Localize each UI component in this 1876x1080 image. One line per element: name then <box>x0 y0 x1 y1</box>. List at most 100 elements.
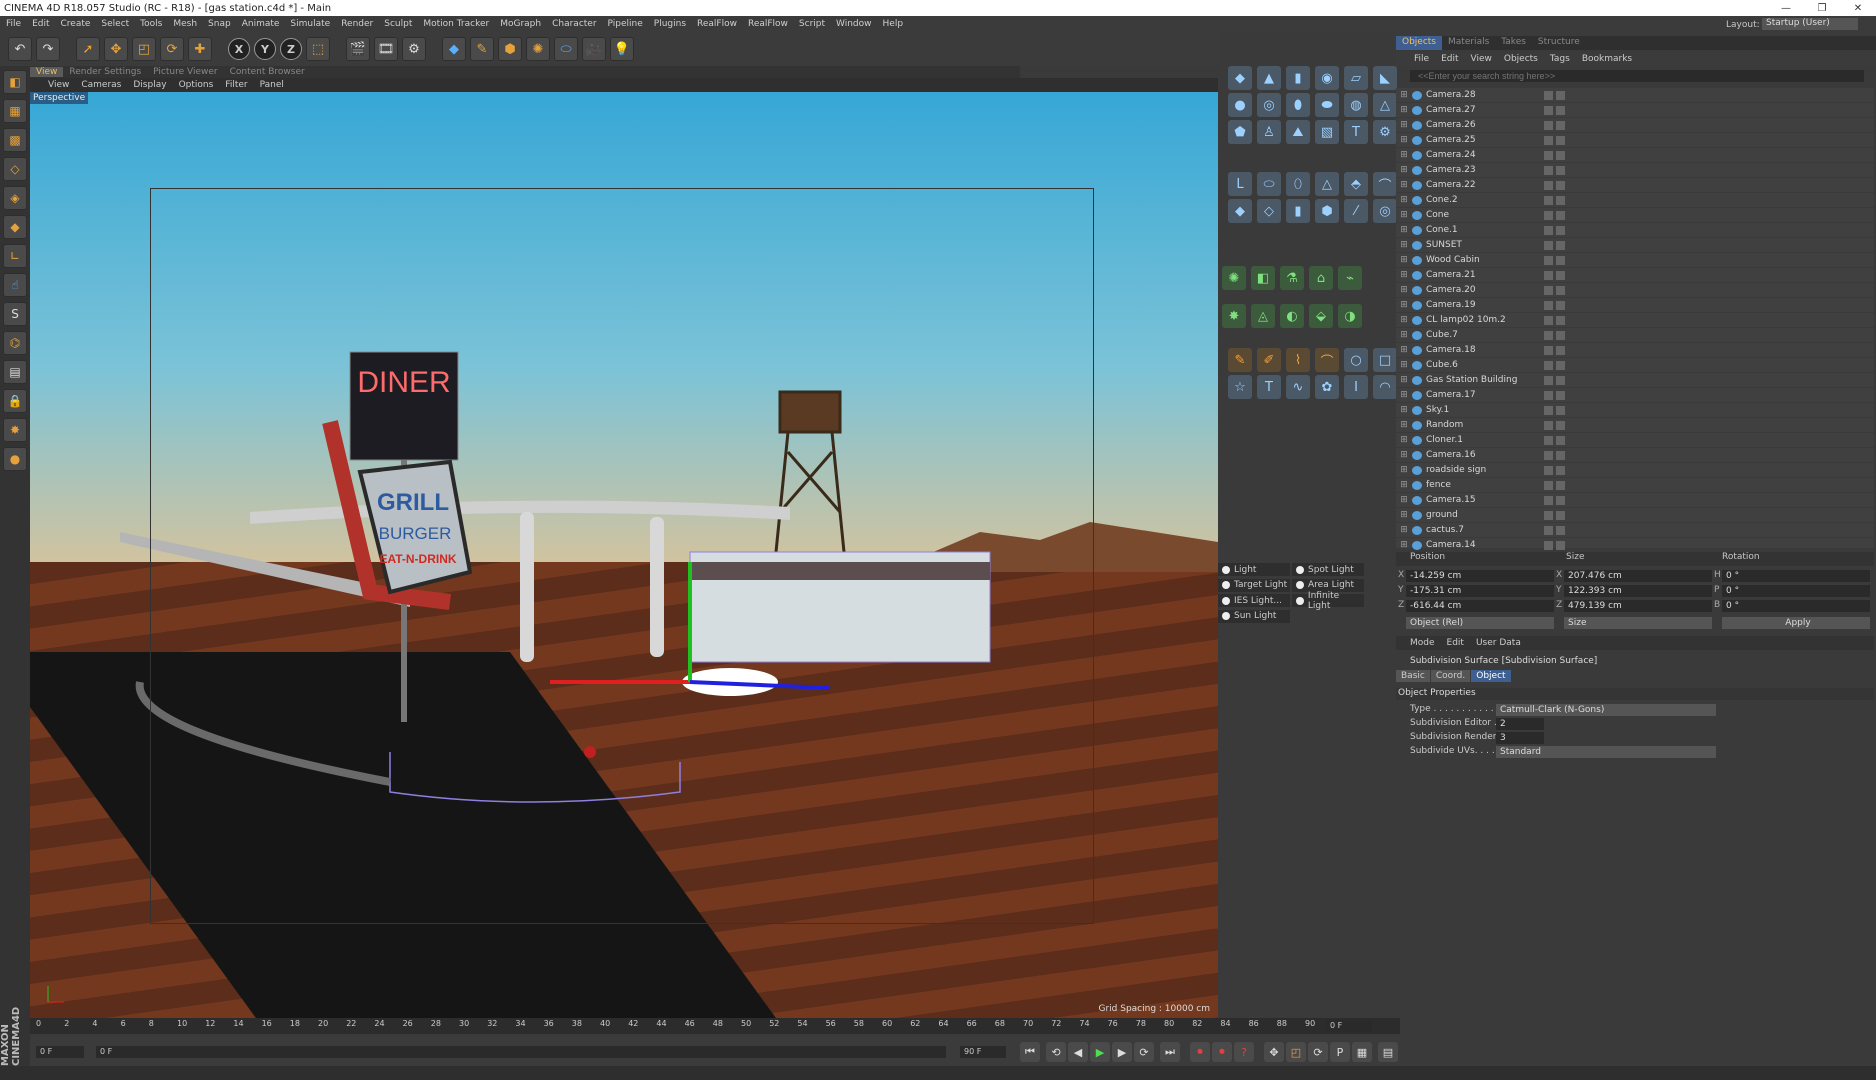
keyframe-selection-icon[interactable]: ? <box>1234 1042 1254 1062</box>
workplane-icon[interactable]: ⌬ <box>3 331 27 355</box>
menu-render[interactable]: Render <box>341 19 373 29</box>
type-select[interactable]: Catmull-Clark (N-Gons) <box>1496 704 1716 716</box>
om-menu-edit[interactable]: Edit <box>1441 54 1458 64</box>
object-row[interactable]: ⊞ Camera.15 <box>1396 493 1874 508</box>
rotation-h-field[interactable]: 0 ° <box>1722 570 1870 582</box>
subdivide-uvs-select[interactable]: Standard <box>1496 746 1716 758</box>
menu-pipeline[interactable]: Pipeline <box>608 19 643 29</box>
recent-tool-icon[interactable]: ✚ <box>188 37 212 61</box>
object-row[interactable]: ⊞ Cone <box>1396 208 1874 223</box>
visibility-toggles[interactable] <box>1544 330 1572 340</box>
object-row[interactable]: ⊞ Random <box>1396 418 1874 433</box>
visibility-toggles[interactable] <box>1544 465 1572 475</box>
visibility-toggles[interactable] <box>1544 105 1572 115</box>
object-row[interactable]: ⊞ Camera.24 <box>1396 148 1874 163</box>
torus-icon[interactable]: ◎ <box>1257 93 1281 117</box>
oil-tank-icon[interactable]: ⬬ <box>1315 93 1339 117</box>
expand-icon[interactable]: ⊞ <box>1396 480 1412 490</box>
null-icon[interactable]: L <box>1228 172 1252 196</box>
size-z-field[interactable]: 479.139 cm <box>1564 600 1712 612</box>
expand-icon[interactable]: ⊞ <box>1396 180 1412 190</box>
flower-icon[interactable]: ✿ <box>1315 375 1339 399</box>
frame-range-slider[interactable]: 0 F <box>96 1046 946 1058</box>
object-row[interactable]: ⊞ Camera.17 <box>1396 388 1874 403</box>
expand-icon[interactable]: ⊞ <box>1396 195 1412 205</box>
star-spline-icon[interactable]: ☆ <box>1228 375 1252 399</box>
tab-object[interactable]: Object <box>1471 670 1511 682</box>
visibility-toggles[interactable] <box>1544 120 1572 130</box>
points-mode-icon[interactable]: ◇ <box>3 157 27 181</box>
expand-icon[interactable]: ⊞ <box>1396 345 1412 355</box>
menu-mograph[interactable]: MoGraph <box>500 19 541 29</box>
shear-icon[interactable]: ⁄ <box>1344 199 1368 223</box>
object-row[interactable]: ⊞ Cube.7 <box>1396 328 1874 343</box>
visibility-toggles[interactable] <box>1544 390 1572 400</box>
expand-icon[interactable]: ⊞ <box>1396 450 1412 460</box>
object-row[interactable]: ⊞ Camera.18 <box>1396 343 1874 358</box>
om-menu-file[interactable]: File <box>1414 54 1429 64</box>
object-row[interactable]: ⊞ SUNSET <box>1396 238 1874 253</box>
visibility-toggles[interactable] <box>1544 165 1572 175</box>
figure-icon[interactable]: ♙ <box>1257 120 1281 144</box>
size-mode-select[interactable]: Size <box>1564 617 1712 629</box>
fracture-icon[interactable]: ✺ <box>1222 266 1246 290</box>
deformer-icon[interactable]: ⬭ <box>554 37 578 61</box>
relief-icon[interactable]: ▧ <box>1315 120 1339 144</box>
menu-tools[interactable]: Tools <box>140 19 162 29</box>
object-row[interactable]: ⊞ roadside sign <box>1396 463 1874 478</box>
menu-animate[interactable]: Animate <box>242 19 280 29</box>
attr-menu-user-data[interactable]: User Data <box>1476 638 1521 648</box>
prev-key-icon[interactable]: ⟲ <box>1046 1042 1066 1062</box>
text-icon[interactable]: T <box>1344 120 1368 144</box>
spline-smooth-icon[interactable]: ⌇ <box>1286 348 1310 372</box>
vp-menu-options[interactable]: Options <box>179 80 214 90</box>
random-effector-icon[interactable]: ⌁ <box>1338 266 1362 290</box>
cloner-icon[interactable]: ✺ <box>526 37 550 61</box>
sphere-icon[interactable]: ● <box>1228 93 1252 117</box>
cone-icon[interactable]: ▲ <box>1257 66 1281 90</box>
object-row[interactable]: ⊞ Camera.28 <box>1396 88 1874 103</box>
move-icon[interactable]: ✥ <box>104 37 128 61</box>
end-frame-field[interactable]: 90 F <box>960 1046 1006 1058</box>
object-row[interactable]: ⊞ fence <box>1396 478 1874 493</box>
cloner-palette-icon[interactable]: ◧ <box>1251 266 1275 290</box>
vp-menu-display[interactable]: Display <box>133 80 166 90</box>
timeline-ruler[interactable]: 0 F 0 2 4 6 8 10 12 14 16 18 20 22 24 26 28 30 32 34 36 38 4… <box>30 1018 1400 1034</box>
expand-icon[interactable]: ⊞ <box>1396 525 1412 535</box>
position-z-field[interactable]: -616.44 cm <box>1406 600 1554 612</box>
object-row[interactable]: ⊞ Wood Cabin <box>1396 253 1874 268</box>
make-editable-icon[interactable]: ◧ <box>3 70 27 94</box>
bend-icon[interactable]: ◆ <box>1228 199 1252 223</box>
object-row[interactable]: ⊞ Cube.6 <box>1396 358 1874 373</box>
stage-icon[interactable]: ◑ <box>1338 304 1362 328</box>
disc-icon[interactable]: ◉ <box>1315 66 1339 90</box>
tweak-mode-icon[interactable]: ☝ <box>3 273 27 297</box>
expand-icon[interactable]: ⊞ <box>1396 105 1412 115</box>
polygons-mode-icon[interactable]: ◆ <box>3 215 27 239</box>
move-key-icon[interactable]: ✥ <box>1264 1042 1284 1062</box>
rotation-p-field[interactable]: 0 ° <box>1722 585 1870 597</box>
target-light-item[interactable]: Target Light <box>1218 578 1290 592</box>
expand-icon[interactable]: ⊞ <box>1396 375 1412 385</box>
visibility-toggles[interactable] <box>1544 210 1572 220</box>
wrap-icon[interactable]: ◎ <box>1373 199 1397 223</box>
polygon-icon[interactable]: ◣ <box>1373 66 1397 90</box>
matrix-icon[interactable]: ⚗ <box>1280 266 1304 290</box>
pen-icon[interactable]: ✎ <box>1228 348 1252 372</box>
expand-icon[interactable]: ⊞ <box>1396 540 1412 550</box>
menu-snap[interactable]: Snap <box>208 19 231 29</box>
subdivision-renderer-field[interactable]: 3 <box>1496 732 1544 744</box>
expand-icon[interactable]: ⊞ <box>1396 120 1412 130</box>
subdivision-editor-field[interactable]: 2 <box>1496 718 1544 730</box>
vp-menu-filter[interactable]: Filter <box>225 80 247 90</box>
next-frame-icon[interactable]: ▶ <box>1112 1042 1132 1062</box>
object-row[interactable]: ⊞ Camera.16 <box>1396 448 1874 463</box>
sun-light-item[interactable]: Sun Light <box>1218 609 1290 623</box>
render-view-icon[interactable]: 🎬 <box>346 37 370 61</box>
visibility-toggles[interactable] <box>1544 345 1572 355</box>
om-menu-view[interactable]: View <box>1471 54 1492 64</box>
helix-icon[interactable]: ∿ <box>1286 375 1310 399</box>
visibility-toggles[interactable] <box>1544 255 1572 265</box>
bulge-icon[interactable]: ⬢ <box>1315 199 1339 223</box>
expand-icon[interactable]: ⊞ <box>1396 165 1412 175</box>
